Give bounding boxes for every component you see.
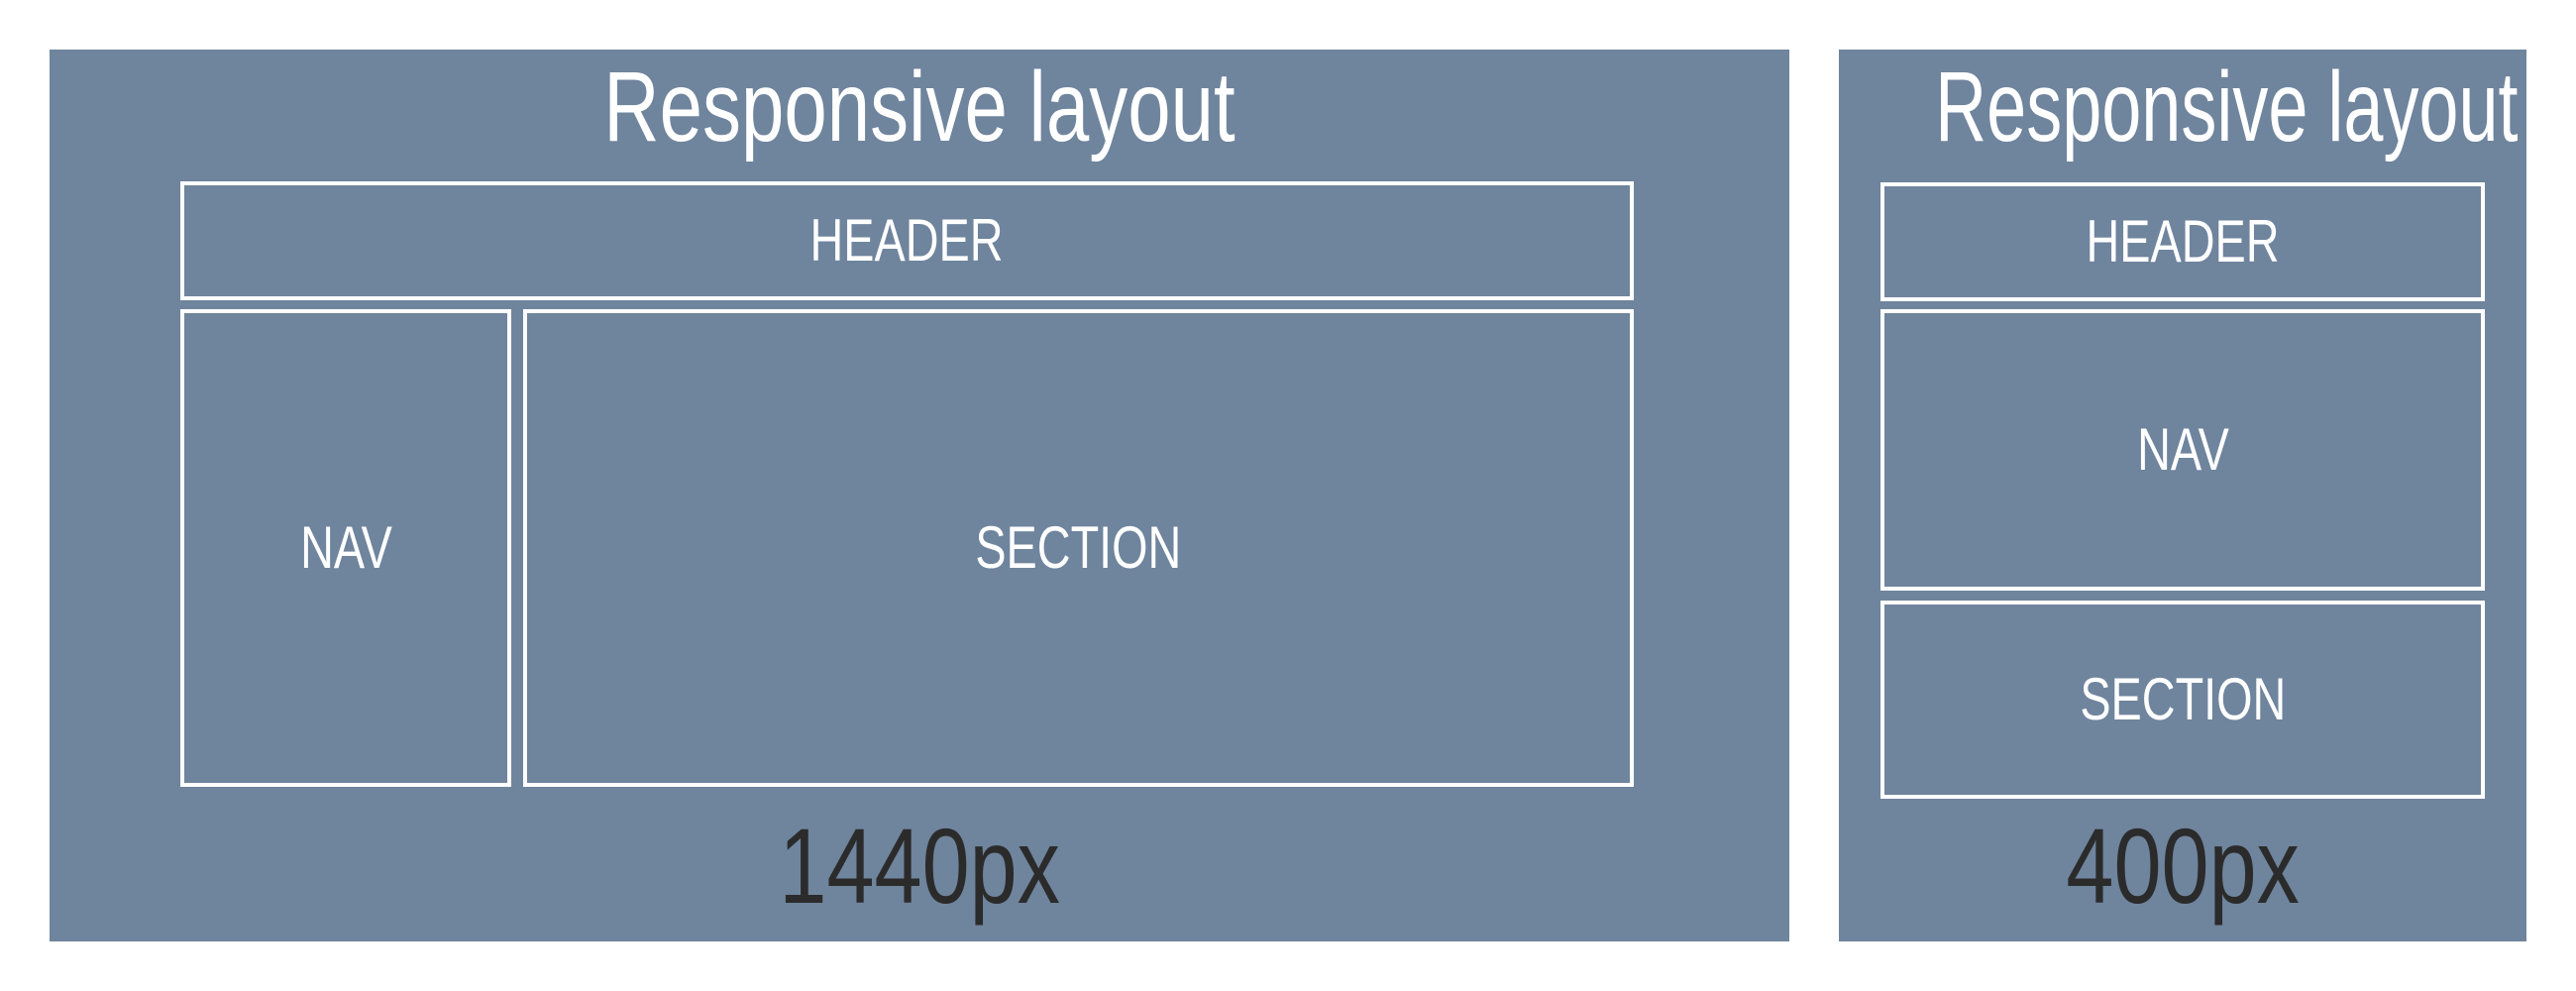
- mobile-layout-title: Responsive layout: [1935, 52, 2519, 163]
- mobile-nav-box: NAV: [1880, 309, 2485, 591]
- mobile-section-label: SECTION: [2079, 666, 2287, 732]
- mobile-width-text: 400px: [2066, 806, 2300, 926]
- mobile-width-label: 400px: [1839, 813, 2526, 920]
- mobile-nav-label: NAV: [2136, 416, 2229, 483]
- mobile-section-box: SECTION: [1880, 601, 2485, 799]
- desktop-section-label: SECTION: [975, 514, 1182, 581]
- mobile-header-label: HEADER: [2086, 208, 2280, 275]
- mobile-header-box: HEADER: [1880, 182, 2485, 301]
- desktop-header-box: HEADER: [180, 181, 1634, 300]
- desktop-width-text: 1440px: [779, 806, 1060, 926]
- desktop-nav-label: NAV: [299, 514, 392, 581]
- desktop-layout-title: Responsive layout: [603, 52, 1235, 163]
- desktop-width-label: 1440px: [50, 813, 1789, 920]
- mobile-layout-panel: Responsive layout HEADER NAV SECTION 400…: [1839, 50, 2526, 941]
- desktop-section-box: SECTION: [523, 309, 1634, 787]
- desktop-layout-panel: Responsive layout HEADER NAV SECTION 144…: [50, 50, 1789, 941]
- desktop-nav-box: NAV: [180, 309, 511, 787]
- desktop-header-label: HEADER: [809, 207, 1005, 274]
